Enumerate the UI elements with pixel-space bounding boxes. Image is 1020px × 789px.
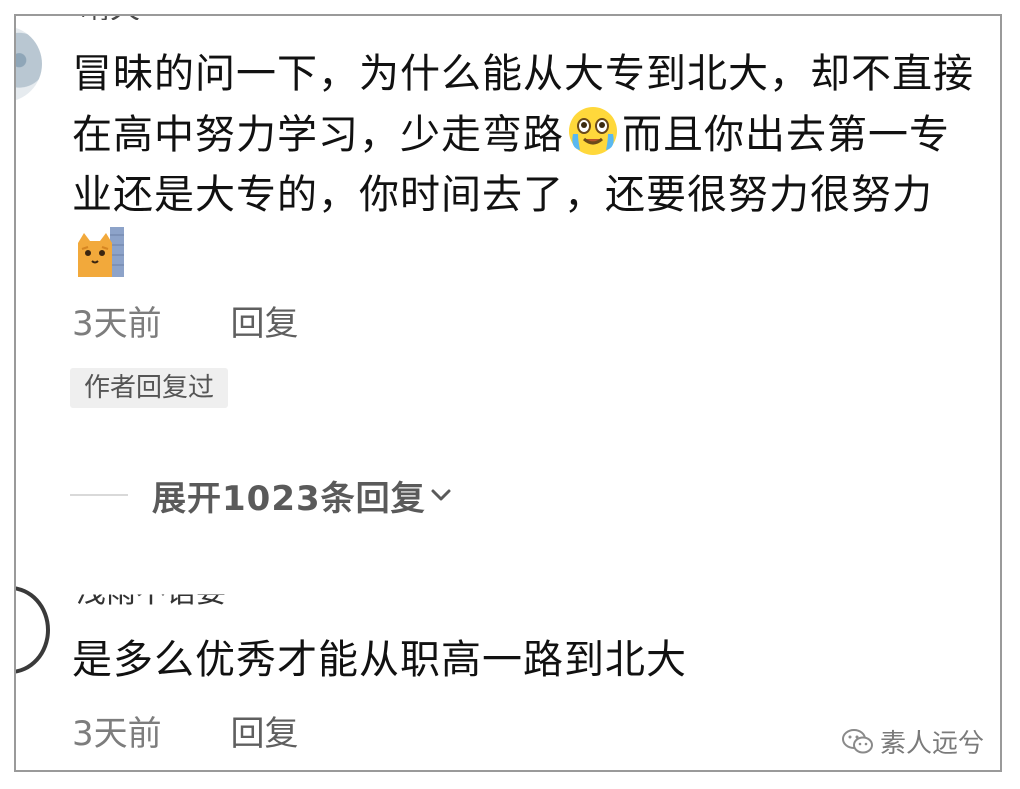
author-replied-badge: 作者回复过 (70, 368, 229, 408)
chevron-down-icon (431, 489, 451, 501)
comment-text: 是多么优秀才能从职高一路到北大 (72, 637, 687, 683)
watermark: 素人远兮 (841, 723, 984, 760)
cat-peeking-emoji (78, 227, 124, 277)
comment-meta: 3天前 回复 (72, 714, 298, 754)
reply-button[interactable]: 回复 (230, 304, 298, 344)
avatar[interactable] (16, 586, 50, 674)
watermark-text: 素人远兮 (879, 729, 984, 759)
comment-username[interactable]: 浅雨不语要 (76, 595, 226, 609)
comment-username[interactable]: 晴天 (80, 16, 140, 20)
divider (70, 494, 128, 496)
expand-replies-button[interactable]: 展开1023条回复 (70, 474, 452, 519)
expand-replies-label: 展开1023条回复 (152, 478, 426, 519)
crying-laughing-emoji (569, 107, 617, 155)
avatar[interactable] (16, 26, 42, 102)
reply-button[interactable]: 回复 (230, 714, 298, 754)
wechat-icon (841, 728, 873, 753)
comment-time: 3天前 (72, 714, 162, 754)
comment-panel: 晴天 冒昧的问一下，为什么能从大专到北大，却不直接在高中努力学习，少走弯路而且你… (14, 14, 1002, 772)
comment-meta: 3天前 回复 (72, 304, 298, 344)
comment-time: 3天前 (72, 304, 162, 344)
comment-text: 冒昧的问一下，为什么能从大专到北大，却不直接在高中努力学习，少走弯路 而且你出去第… (72, 44, 982, 286)
